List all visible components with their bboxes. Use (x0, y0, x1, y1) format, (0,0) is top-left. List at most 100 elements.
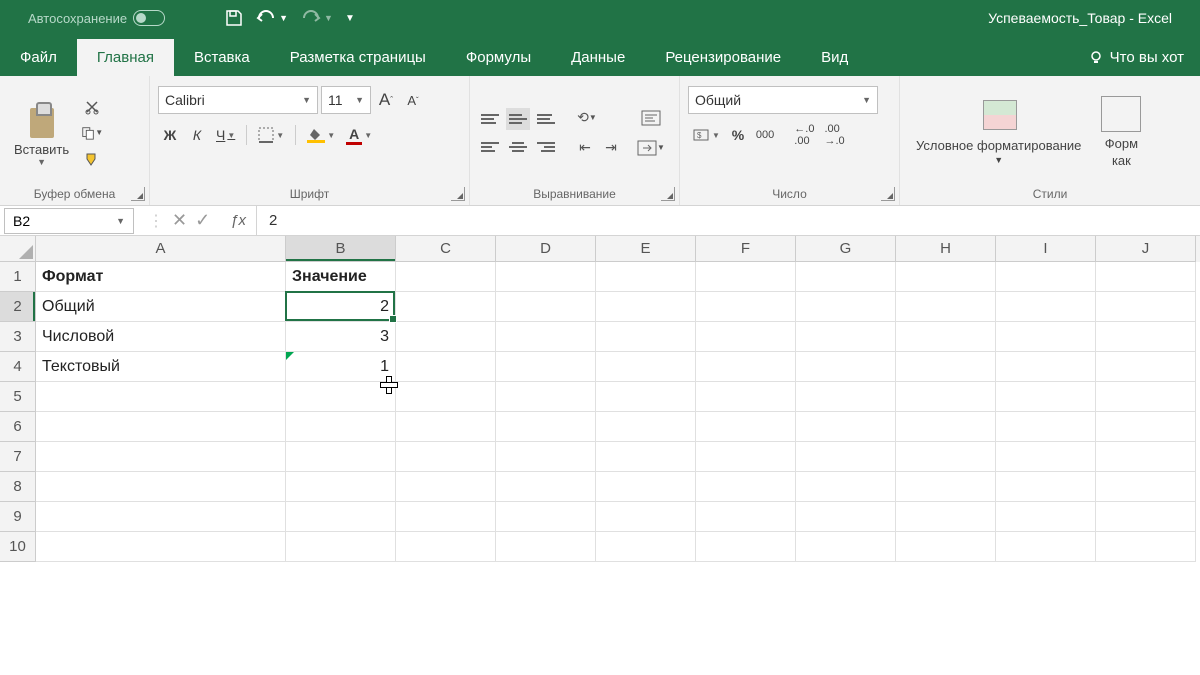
merge-cells-button[interactable]: ▼ (636, 135, 666, 161)
cell-A6[interactable] (36, 412, 286, 442)
formula-bar[interactable]: 2 (257, 212, 1200, 229)
cell-E5[interactable] (596, 382, 696, 412)
column-header-A[interactable]: A (36, 236, 286, 262)
cell-C5[interactable] (396, 382, 496, 412)
row-header-6[interactable]: 6 (0, 412, 36, 442)
cut-button[interactable] (81, 96, 103, 118)
cell-B7[interactable] (286, 442, 396, 472)
align-bottom-button[interactable] (534, 108, 558, 130)
fill-color-button[interactable]: ▼ (303, 122, 339, 148)
alignment-dialog-launcher[interactable] (661, 187, 675, 201)
clipboard-dialog-launcher[interactable] (131, 187, 145, 201)
cell-A8[interactable] (36, 472, 286, 502)
cell-A4[interactable]: Текстовый (36, 352, 286, 382)
font-name-combo[interactable]: Calibri▼ (158, 86, 318, 114)
cell-G9[interactable] (796, 502, 896, 532)
cell-E1[interactable] (596, 262, 696, 292)
cell-D3[interactable] (496, 322, 596, 352)
cell-B8[interactable] (286, 472, 396, 502)
cell-G7[interactable] (796, 442, 896, 472)
cell-C9[interactable] (396, 502, 496, 532)
decrease-font-button[interactable]: Aˇ (401, 87, 425, 113)
name-box[interactable]: B2▼ (4, 208, 134, 234)
increase-font-button[interactable]: Aˆ (374, 87, 398, 113)
cell-H10[interactable] (896, 532, 996, 562)
row-header-2[interactable]: 2 (0, 292, 36, 322)
row-header-9[interactable]: 9 (0, 502, 36, 532)
cell-E8[interactable] (596, 472, 696, 502)
row-header-4[interactable]: 4 (0, 352, 36, 382)
column-header-C[interactable]: C (396, 236, 496, 262)
cell-B6[interactable] (286, 412, 396, 442)
cell-H8[interactable] (896, 472, 996, 502)
column-header-G[interactable]: G (796, 236, 896, 262)
cell-H2[interactable] (896, 292, 996, 322)
cell-D9[interactable] (496, 502, 596, 532)
increase-indent-button[interactable]: ⇥ (598, 135, 624, 161)
cell-J3[interactable] (1096, 322, 1196, 352)
italic-button[interactable]: К (185, 122, 209, 148)
cell-A10[interactable] (36, 532, 286, 562)
cell-I1[interactable] (996, 262, 1096, 292)
cell-J4[interactable] (1096, 352, 1196, 382)
cell-E6[interactable] (596, 412, 696, 442)
cell-H9[interactable] (896, 502, 996, 532)
cell-D1[interactable] (496, 262, 596, 292)
cell-H4[interactable] (896, 352, 996, 382)
cell-J10[interactable] (1096, 532, 1196, 562)
column-header-I[interactable]: I (996, 236, 1096, 262)
save-icon[interactable] (225, 9, 243, 27)
row-header-7[interactable]: 7 (0, 442, 36, 472)
cell-F7[interactable] (696, 442, 796, 472)
font-color-button[interactable]: А▼ (342, 122, 376, 148)
row-header-3[interactable]: 3 (0, 322, 36, 352)
row-header-10[interactable]: 10 (0, 532, 36, 562)
underline-button[interactable]: Ч▼ (212, 122, 239, 148)
cell-J6[interactable] (1096, 412, 1196, 442)
cell-J9[interactable] (1096, 502, 1196, 532)
cell-F3[interactable] (696, 322, 796, 352)
autosave-toggle[interactable]: Автосохранение (28, 10, 165, 26)
cell-H5[interactable] (896, 382, 996, 412)
cell-G10[interactable] (796, 532, 896, 562)
cell-F10[interactable] (696, 532, 796, 562)
copy-button[interactable]: ▼ (81, 122, 103, 144)
cell-D8[interactable] (496, 472, 596, 502)
cell-F4[interactable] (696, 352, 796, 382)
number-format-combo[interactable]: Общий▼ (688, 86, 878, 114)
paste-button[interactable]: Вставить ▼ (8, 94, 75, 171)
align-center-button[interactable] (506, 136, 530, 158)
orientation-button[interactable]: ⟲▼ (572, 105, 602, 131)
undo-button[interactable]: ▼ (255, 9, 288, 27)
cell-G2[interactable] (796, 292, 896, 322)
tell-me-search[interactable]: Что вы хот (1072, 39, 1200, 76)
cell-C6[interactable] (396, 412, 496, 442)
cell-F1[interactable] (696, 262, 796, 292)
cell-H6[interactable] (896, 412, 996, 442)
select-all-corner[interactable] (0, 236, 36, 262)
cell-I4[interactable] (996, 352, 1096, 382)
format-as-table-button[interactable]: Форм как (1093, 92, 1149, 174)
cell-B4[interactable]: 1 (286, 352, 396, 382)
cell-F6[interactable] (696, 412, 796, 442)
cell-D6[interactable] (496, 412, 596, 442)
cell-E2[interactable] (596, 292, 696, 322)
number-dialog-launcher[interactable] (881, 187, 895, 201)
cell-I5[interactable] (996, 382, 1096, 412)
cancel-formula-button[interactable]: ✕ (172, 210, 187, 231)
tab-review[interactable]: Рецензирование (645, 39, 801, 76)
cell-C7[interactable] (396, 442, 496, 472)
cell-D2[interactable] (496, 292, 596, 322)
cell-D7[interactable] (496, 442, 596, 472)
cell-F8[interactable] (696, 472, 796, 502)
redo-button[interactable]: ▼ (300, 9, 333, 27)
borders-button[interactable]: ▼ (254, 122, 288, 148)
conditional-formatting-button[interactable]: Условное форматирование▼ (908, 94, 1089, 171)
column-header-H[interactable]: H (896, 236, 996, 262)
cell-J5[interactable] (1096, 382, 1196, 412)
cell-A3[interactable]: Числовой (36, 322, 286, 352)
percent-format-button[interactable]: % (726, 122, 750, 148)
cell-I3[interactable] (996, 322, 1096, 352)
cell-G3[interactable] (796, 322, 896, 352)
cell-J8[interactable] (1096, 472, 1196, 502)
